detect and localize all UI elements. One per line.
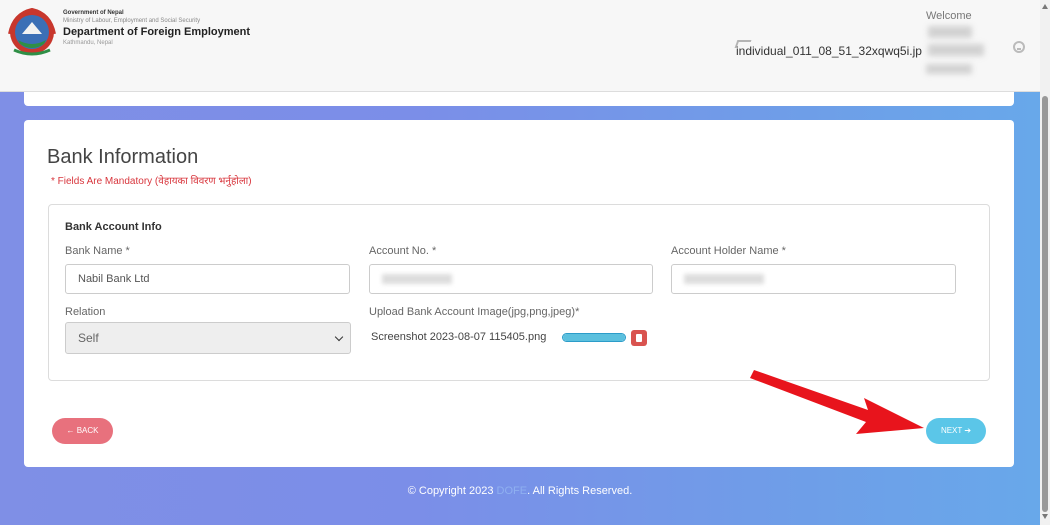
welcome-text: Welcome: [926, 10, 972, 22]
city-name: Kathmandu, Nepal: [63, 40, 113, 46]
bank-account-info-section: Bank Account Info Bank Name * Nabil Bank…: [48, 204, 990, 381]
upload-label: Upload Bank Account Image(jpg,png,jpeg)*: [369, 306, 580, 318]
chevron-down-icon: [334, 332, 344, 342]
user-name-redacted: [928, 26, 972, 38]
account-no-input[interactable]: [369, 264, 653, 294]
ministry-name: Ministry of Labour, Employment and Socia…: [63, 18, 201, 24]
footer-suffix: . All Rights Reserved.: [527, 485, 633, 497]
upload-progress-fill: [563, 334, 625, 341]
footer-prefix: © Copyright 2023: [407, 485, 494, 497]
relation-label: Relation: [65, 306, 106, 318]
delete-file-button[interactable]: [631, 330, 647, 346]
trash-icon: [636, 334, 642, 342]
account-holder-label: Account Holder Name *: [671, 245, 786, 257]
account-holder-redacted: [684, 274, 764, 285]
account-no-label: Account No. *: [369, 245, 437, 257]
back-button[interactable]: ← BACK: [52, 418, 113, 444]
next-button[interactable]: NEXT ➔: [926, 418, 986, 444]
user-id-redacted: [926, 64, 972, 74]
relation-select[interactable]: Self: [65, 322, 351, 354]
scroll-up-icon[interactable]: [1042, 4, 1048, 9]
department-name: Department of Foreign Employment: [63, 26, 251, 38]
bank-name-input[interactable]: Nabil Bank Ltd: [65, 264, 350, 294]
account-holder-input[interactable]: [671, 264, 956, 294]
account-no-redacted: [382, 274, 452, 285]
section-title: Bank Account Info: [65, 221, 162, 233]
annotation-arrow-icon: [750, 370, 924, 434]
footer: © Copyright 2023 DOFE. All Rights Reserv…: [0, 485, 1040, 497]
scroll-thumb[interactable]: [1042, 96, 1048, 512]
footer-brand-link[interactable]: DOFE: [497, 485, 528, 497]
profile-image-alt-text: individual_011_08_51_32xqwq5i.jp: [736, 44, 922, 58]
nepal-emblem-logo: [8, 7, 56, 56]
gov-title: Government of Nepal: [63, 10, 124, 16]
mandatory-note: * Fields Are Mandatory (वेहायका विवरण भर…: [51, 176, 252, 187]
page-title: Bank Information: [47, 146, 199, 168]
scroll-down-icon[interactable]: [1042, 514, 1048, 519]
user-name-redacted: [928, 44, 984, 56]
bank-name-label: Bank Name *: [65, 245, 130, 257]
upload-progress-bar: [562, 333, 626, 342]
site-header: Government of Nepal Ministry of Labour, …: [0, 0, 1040, 92]
uploaded-file-name: Screenshot 2023-08-07 115405.png: [371, 331, 547, 343]
page-scrollbar[interactable]: [1040, 0, 1050, 525]
user-menu-toggle-icon[interactable]: [1013, 41, 1025, 53]
previous-card: [24, 92, 1014, 106]
relation-selected-value: Self: [78, 331, 99, 345]
